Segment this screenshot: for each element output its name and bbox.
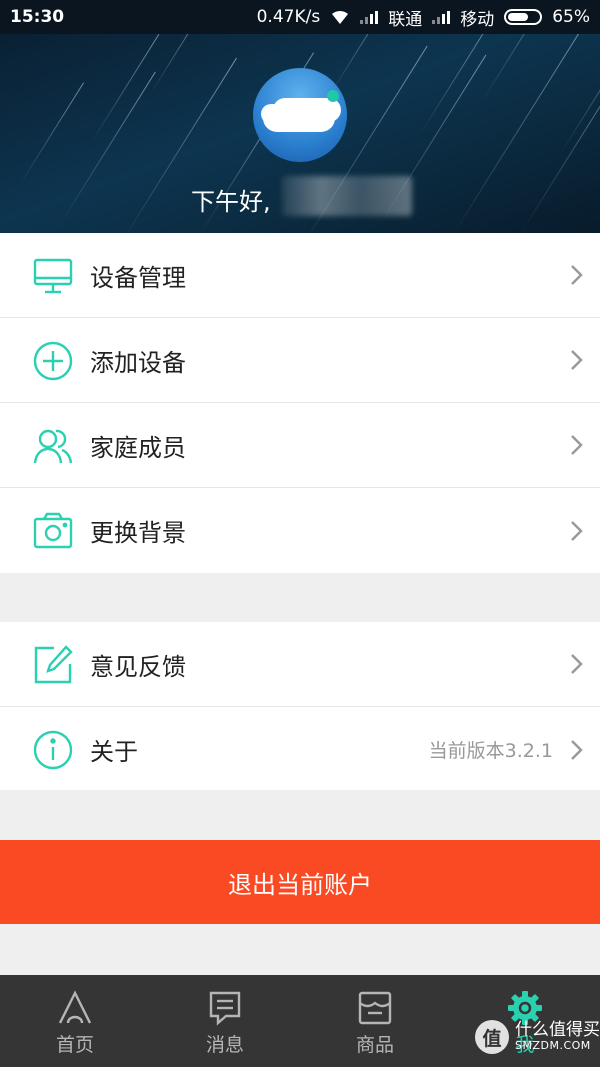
menu-label: 意见反馈	[90, 652, 186, 681]
watermark-line1: 什么值得买	[515, 1020, 600, 1041]
battery-icon	[504, 9, 543, 25]
light-streak	[479, 34, 566, 105]
menu-item-add-device[interactable]: 添加设备	[0, 318, 600, 403]
tab-messages[interactable]: 消息	[150, 975, 300, 1067]
light-streak	[19, 82, 85, 185]
chevron-right-icon	[571, 739, 583, 760]
version-text: 当前版本3.2.1	[428, 740, 553, 762]
chevron-right-icon	[571, 654, 583, 674]
menu-group-main: 设备管理 添加设备 家庭成员 更换背景	[0, 233, 600, 573]
home-icon	[58, 990, 92, 1024]
logout-button[interactable]: 退出当前账户	[0, 840, 600, 924]
message-icon	[209, 991, 241, 1026]
monitor-icon	[33, 258, 73, 294]
menu-label: 设备管理	[90, 263, 186, 292]
signal-icon-1	[360, 10, 379, 24]
menu-item-feedback[interactable]: 意见反馈	[0, 622, 600, 707]
tab-label: 消息	[205, 1034, 244, 1056]
edit-icon	[34, 645, 73, 684]
plus-circle-icon	[33, 341, 73, 381]
menu-item-device-management[interactable]: 设备管理	[0, 233, 600, 318]
status-time: 15:30	[10, 7, 65, 27]
light-streak	[89, 34, 160, 145]
tab-label: 商品	[355, 1034, 394, 1056]
light-streak	[329, 34, 389, 95]
chevron-right-icon	[571, 265, 583, 285]
tab-products[interactable]: 商品	[300, 975, 450, 1067]
light-streak	[149, 34, 204, 95]
menu-item-about[interactable]: 关于 当前版本3.2.1	[0, 707, 600, 792]
shop-icon	[358, 991, 392, 1025]
light-streak	[449, 34, 589, 233]
profile-header: 下午好,	[0, 34, 600, 233]
chevron-right-icon	[571, 350, 583, 370]
menu-label: 添加设备	[90, 348, 186, 377]
status-bar: 15:30 0.47K/s 联通 移动 65%	[0, 0, 600, 34]
menu-group-secondary: 意见反馈 关于 当前版本3.2.1	[0, 622, 600, 790]
chevron-right-icon	[571, 520, 583, 541]
light-streak	[419, 34, 495, 135]
carrier-1: 联通	[388, 9, 423, 30]
battery-percent: 65%	[552, 7, 590, 27]
signal-icon-2	[432, 10, 451, 24]
menu-label: 关于	[90, 738, 138, 766]
menu-label: 家庭成员	[90, 433, 186, 462]
menu-label: 更换背景	[90, 519, 186, 547]
users-icon	[33, 429, 73, 464]
network-speed: 0.47K/s	[256, 7, 321, 27]
carrier-2: 移动	[460, 9, 495, 30]
watermark-line2: SMZDM.COM	[515, 1039, 591, 1053]
avatar[interactable]	[253, 68, 347, 162]
info-icon	[33, 730, 73, 770]
menu-item-change-background[interactable]: 更换背景	[0, 488, 600, 573]
greeting-text: 下午好,	[191, 188, 271, 216]
camera-icon	[33, 512, 73, 549]
blurred-username	[282, 176, 412, 216]
chevron-right-icon	[571, 435, 583, 455]
light-streak	[519, 47, 600, 233]
tab-label: 首页	[55, 1034, 94, 1056]
wifi-icon	[332, 10, 349, 24]
watermark: 值 什么值得买 SMZDM.COM	[475, 1020, 600, 1054]
watermark-badge: 值	[475, 1020, 509, 1054]
tab-home[interactable]: 首页	[0, 975, 150, 1067]
menu-item-family-members[interactable]: 家庭成员	[0, 403, 600, 488]
